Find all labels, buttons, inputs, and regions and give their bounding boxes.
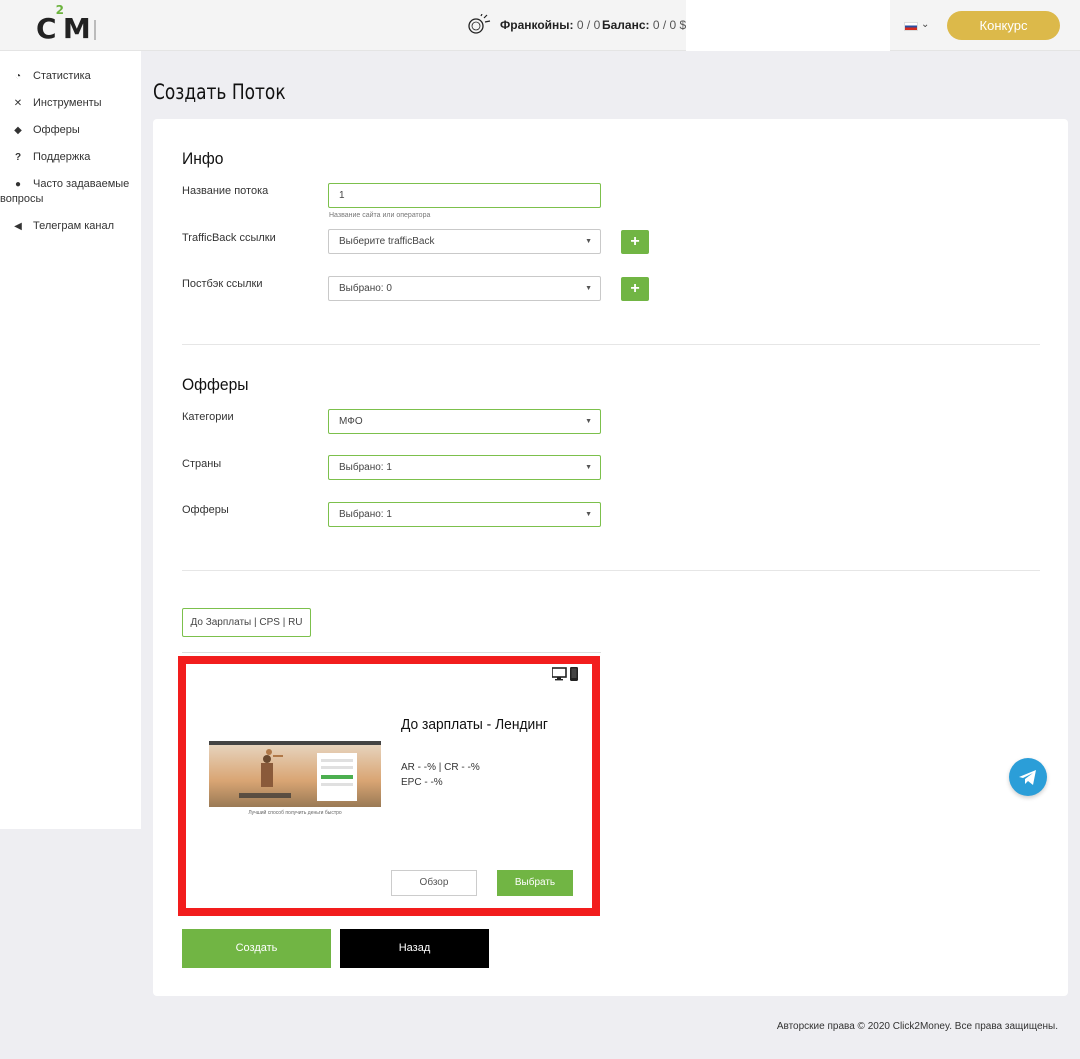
- telegram-icon: [1019, 770, 1036, 785]
- russia-flag-icon[interactable]: [904, 22, 918, 31]
- logo-letter-m: M: [62, 12, 92, 45]
- sidebar-item-label: Офферы: [33, 124, 80, 136]
- sidebar-item-statistics[interactable]: ◔ Статистика: [12, 69, 91, 84]
- desktop-icon: [552, 667, 567, 681]
- coin-icon: [468, 14, 491, 34]
- sidebar-item-label: Часто задаваемые: [33, 178, 130, 190]
- create-button[interactable]: Создать: [182, 929, 331, 968]
- trafficback-select-value: Выберите trafficBack: [339, 236, 435, 247]
- back-button[interactable]: Назад: [340, 929, 489, 968]
- trafficback-label: TrafficBack ссылки: [182, 232, 276, 244]
- logo[interactable]: C2M: [36, 3, 96, 45]
- caret-down-icon: ▼: [585, 464, 592, 471]
- sidebar-item-tools[interactable]: ✕ Инструменты: [12, 96, 102, 111]
- offer-tab-line: [182, 652, 601, 653]
- caret-down-icon: ▼: [585, 418, 592, 425]
- logo-sup: 2: [55, 2, 65, 17]
- pie-chart-icon: ◔: [14, 71, 22, 82]
- tag-icon: ◆: [14, 125, 22, 136]
- contest-button[interactable]: Конкурс: [947, 11, 1060, 40]
- section-divider: [182, 344, 1040, 345]
- franc-label: Франкойны:: [500, 18, 574, 32]
- postback-label: Постбэк ссылки: [182, 278, 263, 290]
- category-label: Категории: [182, 411, 234, 423]
- postback-select-value: Выбрано: 0: [339, 283, 392, 294]
- add-trafficback-button[interactable]: +: [621, 230, 649, 254]
- chevron-down-icon[interactable]: ⌄: [921, 19, 929, 30]
- offer-stat-ar-cr: AR - -% | CR - -%: [401, 762, 480, 773]
- franc-balance: Франкойны: 0 / 0: [500, 18, 600, 32]
- sidebar-item-support[interactable]: ? Поддержка: [12, 150, 90, 165]
- offer-tag-button[interactable]: До Зарплаты | CPS | RU: [182, 608, 311, 637]
- balance[interactable]: Баланс: 0 / 0 $ ⌄: [602, 18, 700, 32]
- landing-offer-card: Лучший способ получить деньги быстро До …: [178, 656, 600, 916]
- telegram-icon: ◀: [14, 221, 22, 232]
- offer-card-title: До зарплаты - Лендинг: [401, 716, 548, 733]
- franc-value: 0 / 0: [576, 18, 601, 32]
- country-select[interactable]: Выбрано: 1 ▼: [328, 455, 601, 480]
- balance-label: Баланс:: [602, 18, 650, 32]
- info-section-title: Инфо: [182, 149, 224, 168]
- choose-button[interactable]: Выбрать: [497, 870, 573, 896]
- sidebar-item-offers[interactable]: ◆ Офферы: [12, 123, 80, 138]
- category-select-value: МФО: [339, 416, 363, 427]
- sidebar: ◔ Статистика ✕ Инструменты ◆ Офферы ? Поддер…: [0, 51, 141, 829]
- landing-preview-image[interactable]: [209, 741, 381, 807]
- add-postback-button[interactable]: +: [621, 277, 649, 301]
- caret-down-icon: ▼: [585, 238, 592, 245]
- question-circle-icon: ●: [14, 179, 22, 190]
- offers-select-value: Выбрано: 1: [339, 509, 392, 520]
- trafficback-select[interactable]: Выберите trafficBack ▼: [328, 229, 601, 254]
- sidebar-item-telegram[interactable]: ◀ Телеграм канал: [12, 219, 114, 234]
- header-blank-area: [686, 0, 890, 51]
- sidebar-item-label: Инструменты: [33, 97, 102, 109]
- category-select[interactable]: МФО ▼: [328, 409, 601, 434]
- country-select-value: Выбрано: 1: [339, 462, 392, 473]
- sidebar-item-label: Поддержка: [33, 151, 91, 163]
- caret-down-icon: ▼: [585, 285, 592, 292]
- stream-name-input[interactable]: 1: [328, 183, 601, 208]
- caret-down-icon: ▼: [585, 511, 592, 518]
- footer-copyright: Авторские права © 2020 Click2Money. Все …: [776, 1021, 1058, 1032]
- offers-label: Офферы: [182, 504, 229, 516]
- offer-stat-epc: EPC - -%: [401, 777, 443, 788]
- section-divider: [182, 570, 1040, 571]
- sidebar-item-faq[interactable]: ● Часто задаваемые вопросы: [0, 177, 130, 207]
- sidebar-item-label-line2: вопросы: [0, 193, 44, 205]
- device-icons: [552, 667, 578, 681]
- logo-letter-c: C: [36, 12, 58, 45]
- sidebar-item-label: Статистика: [33, 70, 91, 82]
- question-icon: ?: [14, 152, 22, 163]
- landing-preview-caption: Лучший способ получить деньги быстро: [248, 810, 342, 816]
- offers-section-title: Офферы: [182, 375, 249, 394]
- offers-select[interactable]: Выбрано: 1 ▼: [328, 502, 601, 527]
- stream-name-label: Название потока: [182, 185, 269, 197]
- logo-mark: [93, 20, 96, 40]
- mobile-icon: [570, 667, 578, 681]
- stream-name-hint: Название сайта или оператора: [329, 212, 431, 219]
- telegram-float-button[interactable]: [1009, 758, 1047, 796]
- top-bar: C2M Франкойны: 0 / 0 Баланс: 0 / 0 $ ⌄ ⌄…: [0, 0, 1080, 51]
- view-button[interactable]: Обзор: [391, 870, 477, 896]
- tools-icon: ✕: [13, 98, 23, 109]
- sidebar-item-label: Телеграм канал: [33, 220, 115, 232]
- country-label: Страны: [182, 458, 222, 470]
- page-title: Создать Поток: [153, 80, 286, 104]
- balance-value: 0 / 0 $: [652, 18, 687, 32]
- postback-select[interactable]: Выбрано: 0 ▼: [328, 276, 601, 301]
